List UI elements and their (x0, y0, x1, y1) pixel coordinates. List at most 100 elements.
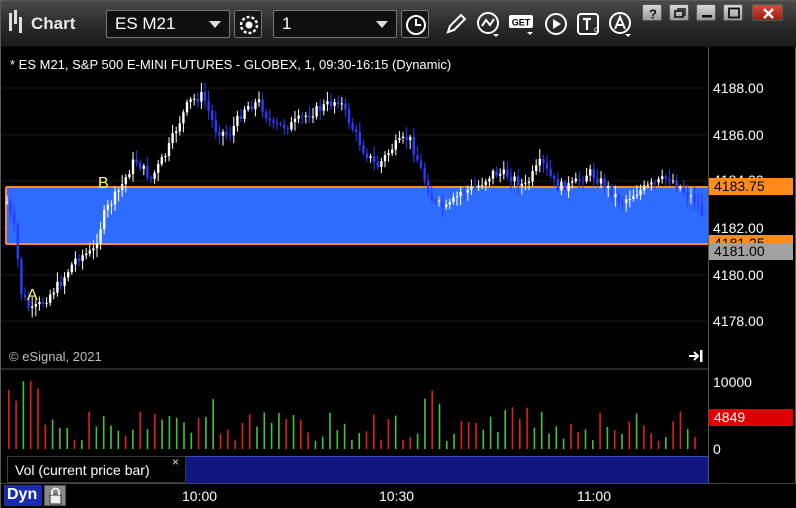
wave-label-a: A (27, 287, 38, 304)
volume-bar (643, 425, 645, 449)
candle-body (625, 199, 628, 204)
volume-current-badge: 4849 (709, 409, 793, 426)
candle-body (527, 181, 531, 184)
candle-body (686, 192, 689, 197)
play-icon (545, 13, 567, 35)
get-data-button[interactable]: GET (508, 10, 536, 38)
candle-body (610, 185, 613, 197)
candle-body (448, 202, 451, 205)
minimize-button[interactable] (696, 4, 716, 21)
candle-body (67, 272, 70, 278)
volume-bar (336, 430, 339, 449)
draw-tool-button[interactable] (441, 10, 469, 38)
candle-body (495, 170, 498, 176)
candle-body (373, 156, 376, 162)
candle-body (571, 181, 574, 183)
candle-body (225, 131, 228, 135)
volume-bar (686, 428, 689, 449)
close-study-icon[interactable]: × (172, 455, 179, 469)
candle-body (513, 176, 516, 182)
candle-body (214, 120, 217, 133)
alert-icon (609, 12, 631, 37)
interval-input[interactable]: 1 (273, 10, 397, 38)
candle-body (329, 101, 333, 106)
candle-body (268, 118, 271, 121)
close-button[interactable] (752, 4, 783, 21)
candle-body (524, 183, 527, 185)
volume-bar (672, 421, 674, 449)
text-tool-button[interactable]: o (575, 10, 603, 38)
volume-bar (657, 440, 660, 449)
volume-bar (606, 427, 609, 449)
candle-body (409, 136, 412, 141)
volume-chart[interactable] (1, 370, 708, 456)
volume-bar (95, 426, 98, 449)
restore-button[interactable] (669, 4, 689, 21)
candle-body (617, 194, 621, 203)
candle-body (261, 99, 264, 113)
volume-bar (51, 419, 54, 449)
candle-body (193, 98, 196, 100)
candle-body (427, 180, 430, 194)
candle-body (121, 184, 124, 191)
candle-body (459, 192, 462, 196)
volume-bar (343, 423, 346, 449)
candle-body (243, 109, 246, 119)
candle-body (9, 201, 12, 213)
candle-body (585, 175, 588, 182)
volume-bar (584, 429, 587, 449)
time-template-button[interactable] (401, 10, 429, 38)
refresh-button[interactable] (234, 10, 262, 38)
fib-top-price-badge: 4183.75 (709, 178, 793, 195)
candle-body (445, 204, 448, 208)
volume-bar (329, 412, 331, 449)
volume-bar (197, 417, 200, 449)
volume-study-title-box[interactable]: Vol (current price bar) (7, 456, 186, 483)
replay-button[interactable] (542, 10, 570, 38)
candle-body (369, 156, 372, 159)
candle-body (545, 163, 549, 169)
candle-body (279, 124, 282, 126)
volume-bar (570, 423, 572, 449)
candle-body (196, 98, 199, 102)
candle-body (211, 110, 214, 121)
candle-body (247, 106, 250, 110)
candle-body (218, 132, 221, 136)
candle-body (632, 196, 635, 200)
candle-body (16, 224, 19, 260)
candle-body (538, 158, 541, 166)
candle-body (563, 181, 567, 191)
candle-body (592, 169, 595, 179)
chevron-down-icon[interactable] (376, 21, 388, 28)
candle-body (499, 173, 502, 176)
candle-body (333, 102, 336, 106)
symbol-description: * ES M21, S&P 500 E-MINI FUTURES - GLOBE… (10, 57, 452, 72)
maximize-button[interactable] (723, 4, 743, 21)
candle-body (473, 186, 477, 188)
price-chart[interactable]: A B (1, 47, 708, 370)
dynamic-mode-button[interactable]: Dyn (4, 485, 42, 506)
alert-button[interactable] (607, 10, 635, 38)
candle-body (23, 294, 27, 298)
volume-bar (453, 434, 455, 449)
price-tick-4182: 4182.00 (713, 220, 764, 236)
candle-body (275, 122, 279, 125)
candle-body (326, 101, 329, 105)
help-button[interactable]: ? (642, 4, 662, 22)
volume-bar (256, 426, 258, 449)
volume-bar (102, 416, 105, 449)
candle-body (308, 115, 311, 118)
candle-body (589, 169, 592, 176)
studies-button[interactable] (475, 10, 503, 38)
volume-bar (37, 388, 39, 449)
chevron-down-icon[interactable] (209, 21, 221, 28)
volume-bar (373, 414, 375, 449)
symbol-input[interactable]: ES M21 (106, 10, 230, 38)
candle-body (376, 161, 379, 168)
volume-bar (307, 432, 309, 449)
candle-body (85, 253, 88, 256)
candle-body (207, 100, 210, 111)
restore-icon (674, 8, 686, 18)
candle-body (437, 200, 441, 202)
lock-button[interactable] (44, 485, 66, 506)
